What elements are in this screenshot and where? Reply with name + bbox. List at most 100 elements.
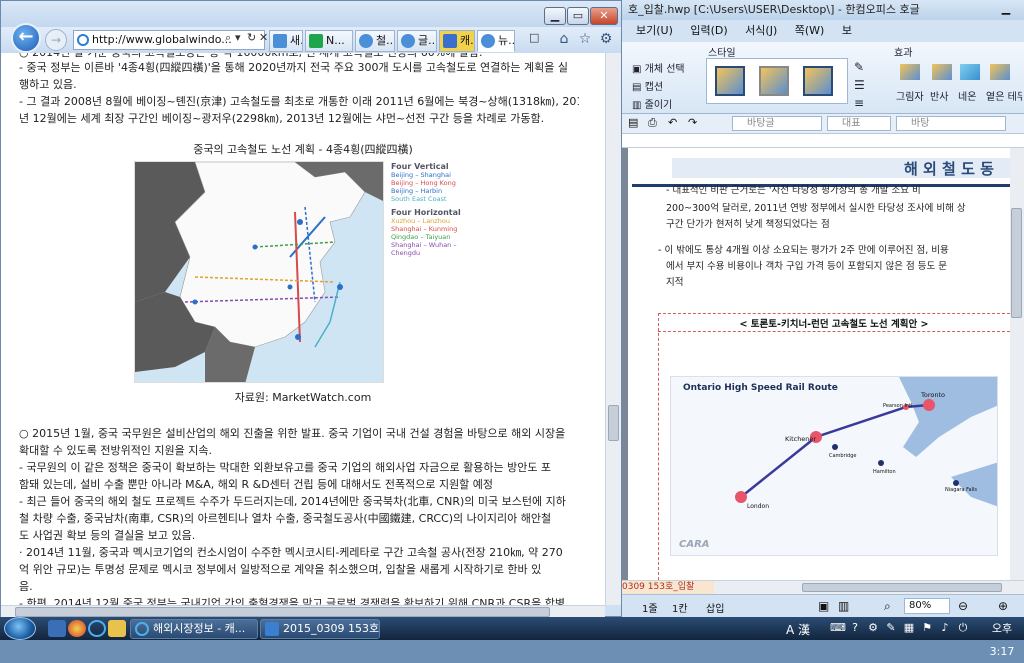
paragraph-style-select[interactable]: 바탕글 <box>732 116 822 131</box>
page-view-icon[interactable]: ▣ <box>818 599 829 613</box>
menu-page[interactable]: 쪽(W) <box>795 20 825 42</box>
close-button[interactable]: ✕ <box>590 7 618 25</box>
start-button[interactable] <box>4 617 36 640</box>
settings-icon[interactable]: ⚙ <box>866 621 880 635</box>
vertical-scrollbar[interactable] <box>1010 148 1024 580</box>
scroll-thumb[interactable] <box>608 405 619 441</box>
two-page-icon[interactable]: ▥ <box>838 599 849 613</box>
language-select[interactable]: 대표 <box>827 116 891 131</box>
ruler[interactable] <box>622 134 1024 148</box>
scroll-thumb[interactable] <box>1011 208 1022 318</box>
paragraph: 억 위안 규모)는 투명성 문제로 멕시코 정부에서 일방적으로 계약을 취소했… <box>19 563 542 576</box>
keyboard-icon[interactable]: ⌨ <box>830 621 846 635</box>
style-gallery[interactable] <box>706 58 848 104</box>
ribbon-button-shadow[interactable]: 그림자 <box>896 88 924 103</box>
menu-insert[interactable]: 입력(D) <box>690 20 727 42</box>
volume-icon[interactable]: ♪ <box>938 621 952 635</box>
minimize-button[interactable]: ▁ <box>992 2 1020 18</box>
flag-icon[interactable]: ⚑ <box>920 621 934 635</box>
redo-icon[interactable]: ↷ <box>688 116 697 129</box>
ribbon-button-reflect[interactable]: 반사 <box>930 88 948 103</box>
chrome-icon[interactable] <box>68 620 86 637</box>
minimize-button[interactable]: ▁ <box>544 7 566 25</box>
favorites-icon[interactable]: ☆ <box>577 31 593 47</box>
scroll-thumb[interactable] <box>802 583 1002 592</box>
style-thumbnail[interactable] <box>759 66 789 96</box>
legend-item: Beijing – Shanghai <box>391 171 451 179</box>
ie-icon[interactable] <box>88 620 106 637</box>
legend-title: Four Horizontal <box>391 208 461 217</box>
vertical-scrollbar[interactable] <box>605 53 621 605</box>
ribbon-button-caption[interactable]: ▤ 캡션 <box>632 78 663 93</box>
print-icon[interactable]: ⎙ <box>648 116 657 130</box>
style-thumbnail[interactable] <box>803 66 833 96</box>
save-icon[interactable]: ▤ <box>628 116 638 129</box>
status-mode[interactable]: 삽입 <box>706 600 724 615</box>
tab-3[interactable]: 철... <box>355 30 395 52</box>
ribbon-button-shrink[interactable]: ▥ 줄이기 <box>632 96 672 111</box>
paragraph: 년 12월에는 세계 최장 구간인 베이징~광저우(2298㎞), 2013년 … <box>19 112 545 125</box>
scroll-thumb[interactable] <box>15 607 550 617</box>
line-width-icon[interactable]: ≡ <box>854 96 864 110</box>
font-select[interactable]: 바탕 <box>896 116 1006 131</box>
ribbon-button-glow[interactable]: 네온 <box>958 88 976 103</box>
tab-5[interactable]: 캐... <box>439 30 475 52</box>
style-thumbnail[interactable] <box>715 66 745 96</box>
line-style-icon[interactable]: ☰ <box>854 78 865 92</box>
network-icon[interactable]: ▦ <box>902 621 916 635</box>
zoom-select[interactable]: 80% <box>904 598 950 614</box>
document-page[interactable]: 해 외 철 도 동 - 대표적인 비판 근거로는 '사전 타당성 평가상의 총 … <box>628 148 1010 580</box>
paragraph: ○ 2015년 1월, 중국 국무원은 설비산업의 해외 진출을 위한 발표. … <box>19 427 566 440</box>
china-rail-map <box>134 161 384 383</box>
zoom-out-icon[interactable]: ⊖ <box>958 599 968 613</box>
menu-view[interactable]: 보기(U) <box>636 20 673 42</box>
refresh-icon[interactable]: ↻ <box>247 31 256 44</box>
paragraph: 200~300억 달러로, 2011년 연방 정부에서 실시한 타당성 조사에 … <box>666 203 966 214</box>
back-button[interactable]: ← <box>11 23 41 53</box>
home-icon[interactable]: ⌂ <box>556 31 572 47</box>
pen-icon[interactable]: ✎ <box>854 60 864 74</box>
tab-2[interactable]: N... <box>305 30 353 52</box>
new-tab-icon[interactable]: □ <box>529 31 539 44</box>
figure-title: < 토론토-키치너-런던 고속철도 노선 계획안 > <box>739 319 929 330</box>
shadow-icon[interactable] <box>900 64 920 80</box>
undo-icon[interactable]: ↶ <box>668 116 677 129</box>
glow-icon[interactable] <box>960 64 980 80</box>
table-border <box>658 313 1010 314</box>
maximize-button[interactable]: ▭ <box>567 7 589 25</box>
zoom-icon[interactable]: ⌕ <box>884 599 891 614</box>
dropdown-icon[interactable]: ▾ <box>235 31 241 44</box>
power-icon[interactable]: ⏻ <box>956 621 970 635</box>
help-icon[interactable]: ? <box>848 621 862 635</box>
tab-1[interactable]: 새... <box>269 30 303 52</box>
document-tab[interactable]: 0309 153호_입찰 <box>622 581 714 594</box>
forward-button[interactable]: → <box>45 29 67 51</box>
show-desktop-icon[interactable] <box>48 620 66 637</box>
taskbar-task-browser[interactable]: 해외시장정보 - 캐... <box>130 619 258 639</box>
map-title: Ontario High Speed Rail Route <box>683 383 838 393</box>
ontario-rail-map: Ontario High Speed Rail Route Toronto Pe… <box>670 376 998 556</box>
menu-more[interactable]: 보 <box>842 20 852 42</box>
tab-4[interactable]: 글... <box>397 30 437 52</box>
legend-title: Four Vertical <box>391 162 449 171</box>
address-text: http://www.globalwindo... <box>92 33 232 46</box>
ime-indicator[interactable]: A 漢 <box>786 621 810 638</box>
city-label: Kitchener <box>785 435 817 443</box>
ribbon-button-select[interactable]: ▣ 개체 선택 <box>632 60 685 75</box>
notes-icon[interactable]: ✎ <box>884 621 898 635</box>
search-icon[interactable]: ⌕ <box>225 31 231 45</box>
soft-edge-icon[interactable] <box>990 64 1010 80</box>
zoom-in-icon[interactable]: ⊕ <box>998 599 1008 613</box>
tab-6-active[interactable]: 뉴... <box>477 30 515 52</box>
paragraph: 철 차량 수출, 중국남차(南車, CSR)의 아르헨티나 열차 수출, 중국철… <box>19 512 552 525</box>
ribbon-button-soft-edge[interactable]: 옅은 테두리 <box>986 88 1022 103</box>
gear-icon[interactable]: ⚙ <box>598 31 614 47</box>
folder-icon[interactable] <box>108 620 126 637</box>
menu-format[interactable]: 서식(J) <box>745 20 777 42</box>
horizontal-scrollbar[interactable]: 0309 153호_입찰 <box>622 580 1024 594</box>
paragraph: 도 사업권 확보 등의 결실을 보고 있음. <box>19 529 196 542</box>
taskbar-task-hwp[interactable]: 2015_0309 153호_... <box>260 619 380 639</box>
reflect-icon[interactable] <box>932 64 952 80</box>
stop-icon[interactable]: ✕ <box>259 31 268 44</box>
clock[interactable]: 오후 3:17 <box>980 617 1024 658</box>
